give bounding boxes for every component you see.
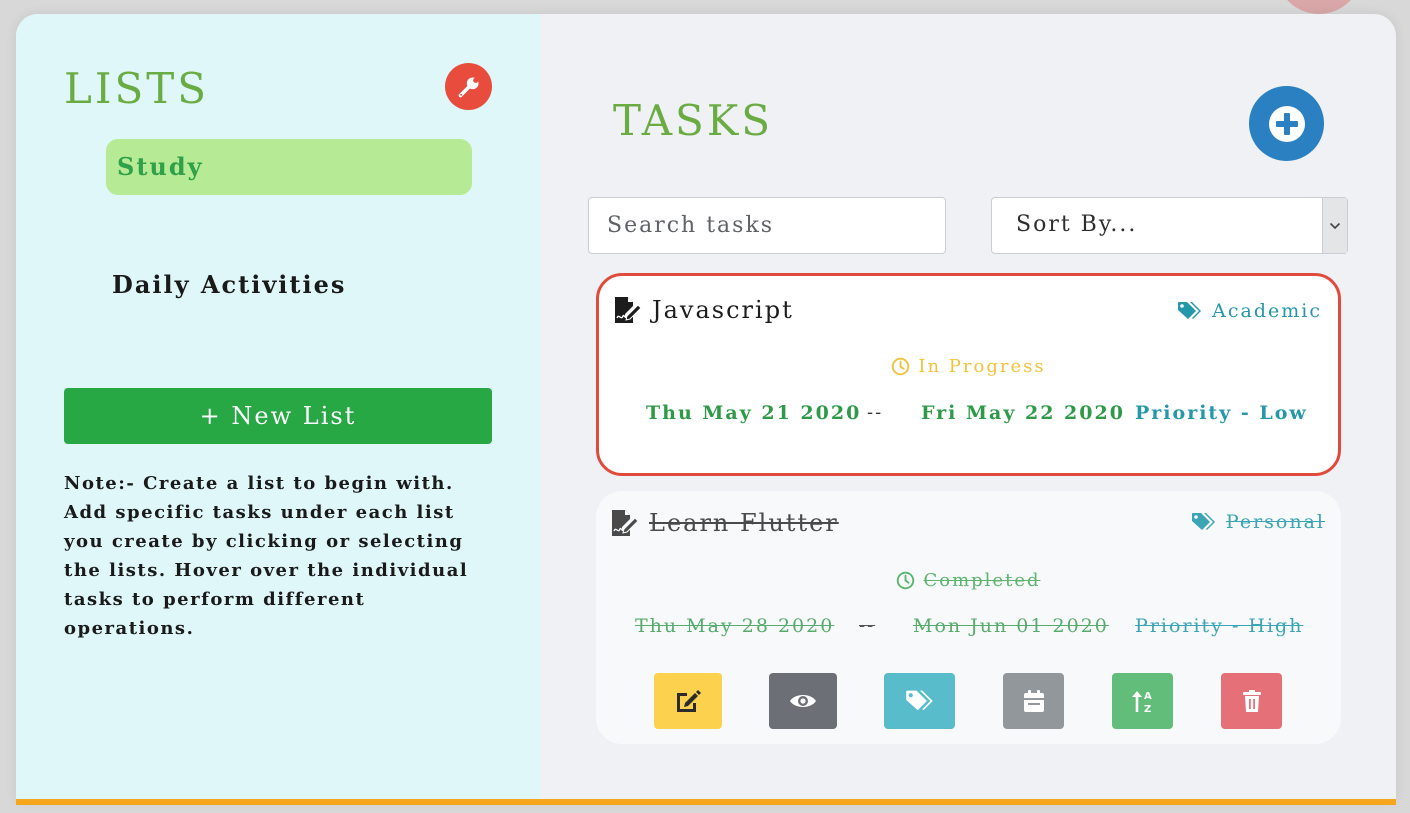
list-item-study[interactable]: Study [106, 139, 472, 195]
plus-circle-icon [1268, 105, 1305, 142]
task-start-date: Thu May 28 2020 [635, 615, 835, 637]
search-input[interactable] [588, 197, 946, 254]
file-signature-icon [610, 509, 640, 541]
new-list-button[interactable]: + New List [64, 388, 492, 444]
chevron-down-icon[interactable] [1322, 198, 1347, 253]
view-task-button[interactable] [769, 673, 837, 729]
task-tag-label: Personal [1225, 511, 1325, 533]
edit-task-button[interactable] [654, 673, 722, 729]
task-start-date: Thu May 21 2020 [646, 402, 862, 424]
corner-decoration [1276, 0, 1362, 14]
task-status: Completed [596, 570, 1341, 591]
task-end-date: Fri May 22 2020 [921, 402, 1125, 424]
delete-task-button[interactable] [1221, 673, 1282, 729]
task-card-learn-flutter[interactable]: Learn Flutter Personal Completed Thu May… [596, 491, 1341, 744]
sort-select-label: Sort By... [1016, 212, 1138, 237]
app-window: LISTS Study Daily Activities + New List … [16, 14, 1396, 800]
lists-heading: LISTS [64, 64, 210, 113]
calendar-icon [1023, 690, 1044, 712]
sort-select[interactable]: Sort By... [991, 197, 1348, 254]
eye-icon [790, 695, 816, 707]
trash-icon [1242, 690, 1261, 712]
add-task-button[interactable] [1249, 86, 1324, 161]
task-tag[interactable]: Personal [1191, 511, 1325, 533]
task-status-label: Completed [923, 570, 1041, 591]
task-tag[interactable]: Academic [1177, 300, 1322, 322]
task-title: Javascript [652, 296, 794, 324]
tasks-heading: TASKS [613, 96, 773, 145]
date-separator: -- [867, 402, 884, 423]
task-priority: Priority - High [1135, 615, 1304, 637]
wrench-icon [458, 76, 479, 97]
lists-settings-button[interactable] [445, 63, 492, 110]
tags-icon [1191, 513, 1215, 530]
sort-task-button[interactable]: A Z [1112, 673, 1173, 729]
task-end-date: Mon Jun 01 2020 [913, 615, 1109, 637]
date-task-button[interactable] [1003, 673, 1064, 729]
svg-text:A: A [1144, 691, 1152, 702]
clock-icon [892, 357, 910, 376]
task-title: Learn Flutter [649, 509, 839, 537]
tag-task-button[interactable] [884, 673, 955, 729]
sort-alpha-icon: A Z [1131, 691, 1152, 714]
svg-text:Z: Z [1144, 704, 1151, 714]
date-separator: -- [859, 615, 876, 636]
tags-icon [905, 690, 933, 711]
task-priority: Priority - Low [1135, 402, 1308, 424]
file-signature-icon [613, 296, 643, 328]
task-status-label: In Progress [918, 356, 1046, 377]
task-tag-label: Academic [1212, 300, 1322, 322]
list-item-daily-activities[interactable]: Daily Activities [112, 270, 346, 299]
clock-icon [897, 571, 915, 590]
edit-icon [677, 690, 701, 712]
task-status: In Progress [599, 356, 1338, 377]
tags-icon [1178, 302, 1202, 319]
lists-panel: LISTS Study Daily Activities + New List … [16, 14, 540, 800]
bottom-accent-bar [16, 799, 1396, 805]
task-card-javascript[interactable]: Javascript Academic In Progress Thu May … [596, 273, 1341, 476]
help-note: Note:- Create a list to begin with. Add … [64, 473, 469, 639]
